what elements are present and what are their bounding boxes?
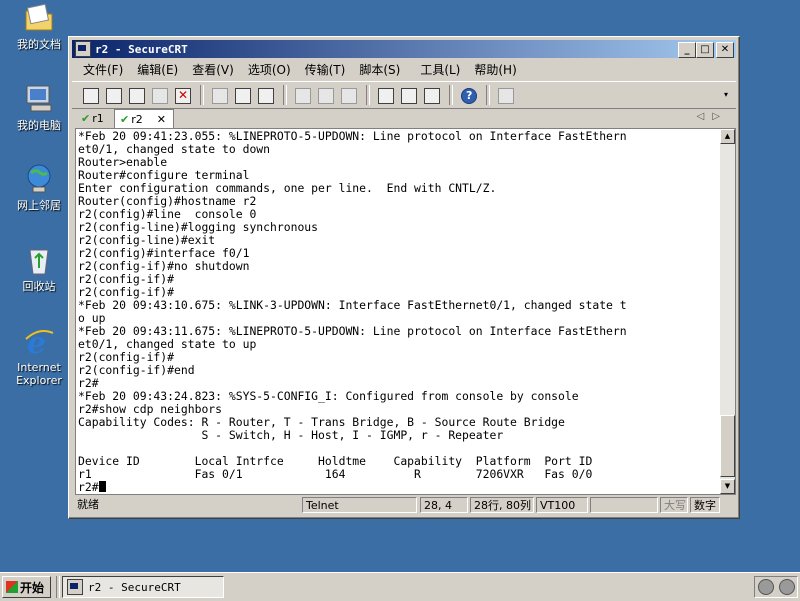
help-icon[interactable] — [458, 85, 478, 105]
menu-help[interactable]: 帮助(H) — [467, 61, 523, 78]
desktop-icon-network[interactable]: 网上邻居 — [8, 163, 70, 212]
menu-options[interactable]: 选项(O) — [241, 61, 298, 78]
desktop-icon-label: 我的电脑 — [17, 119, 61, 132]
scroll-down-arrow-icon[interactable]: ▼ — [720, 479, 735, 494]
title-bar[interactable]: r2 - SecureCRT _ □ ✕ — [72, 40, 736, 58]
internet-explorer-icon: e — [23, 325, 55, 361]
printer-icon[interactable] — [338, 85, 358, 105]
script-icon[interactable] — [495, 85, 515, 105]
tab-close-icon[interactable]: ✕ — [157, 113, 166, 126]
status-blank — [590, 497, 658, 513]
securecrt-app-icon — [75, 41, 91, 57]
menu-transfer[interactable]: 传输(T) — [298, 61, 353, 78]
status-num-lock: 数字 — [690, 497, 720, 513]
desktop-icon-label: 我的文档 — [17, 38, 61, 51]
status-ready: 就绪 — [77, 498, 99, 511]
windows-logo-icon — [6, 581, 18, 593]
desktop-icon-recycle-bin[interactable]: 回收站 — [8, 244, 70, 293]
status-protocol: Telnet — [302, 497, 417, 513]
terminal-output: *Feb 20 09:41:23.055: %LINEPROTO-5-UPDOW… — [78, 129, 627, 494]
network-icon — [23, 163, 55, 195]
tab-r1[interactable]: ✔ r1 — [76, 110, 112, 127]
connected-check-icon: ✔ — [120, 112, 130, 126]
tab-scroll-arrows-icon[interactable]: ◁▷ — [697, 111, 728, 122]
paste-icon[interactable] — [232, 85, 252, 105]
desktop-icon-label: Internet Explorer — [16, 361, 62, 387]
toolbar-separator — [449, 85, 453, 105]
menu-file[interactable]: 文件(F) — [76, 61, 130, 78]
close-button[interactable]: ✕ — [716, 42, 734, 58]
securecrt-app-icon — [67, 579, 83, 595]
start-button[interactable]: 开始 — [2, 576, 51, 598]
desktop-icon-my-documents[interactable]: 我的文档 — [8, 2, 70, 51]
toolbar-separator — [283, 85, 287, 105]
copy-icon[interactable] — [209, 85, 229, 105]
terminal-cursor — [98, 481, 106, 492]
tray-volume-icon[interactable] — [778, 579, 795, 595]
toolbar: ▾ — [72, 81, 736, 109]
toolbar-separator — [200, 85, 204, 105]
status-caps-lock: 大写 — [660, 497, 688, 513]
session-options-icon[interactable] — [375, 85, 395, 105]
maximize-button[interactable]: □ — [696, 42, 714, 58]
desktop-icon-my-computer[interactable]: 我的电脑 — [8, 83, 70, 132]
connect-icon[interactable] — [80, 85, 100, 105]
menu-bar: 文件(F) 编辑(E) 查看(V) 选项(O) 传输(T) 脚本(S) 工具(L… — [72, 59, 736, 79]
tab-label: r1 — [92, 112, 104, 125]
taskbar-divider — [56, 576, 60, 598]
terminal-area[interactable]: *Feb 20 09:41:23.055: %LINEPROTO-5-UPDOW… — [75, 128, 722, 495]
tray-status-icon[interactable] — [757, 579, 774, 595]
reconnect-icon[interactable] — [149, 85, 169, 105]
window-title: r2 - SecureCRT — [95, 42, 188, 56]
tab-label: r2 — [131, 112, 143, 126]
scrollbar-thumb[interactable] — [720, 415, 735, 477]
menu-script[interactable]: 脚本(S) — [352, 61, 407, 78]
key-icon[interactable] — [421, 85, 441, 105]
connect-in-tab-icon[interactable] — [126, 85, 146, 105]
tab-r2[interactable]: ✔ r2 ✕ — [114, 109, 174, 128]
toolbar-overflow-icon[interactable]: ▾ — [724, 90, 732, 100]
status-cursor-position: 28, 4 — [420, 497, 468, 513]
taskbar: 开始 r2 - SecureCRT — [0, 572, 800, 601]
quick-connect-icon[interactable] — [103, 85, 123, 105]
menu-edit[interactable]: 编辑(E) — [130, 61, 185, 78]
desktop-icon-internet-explorer[interactable]: e Internet Explorer — [8, 325, 70, 387]
print-selection-icon[interactable] — [315, 85, 335, 105]
minimize-button[interactable]: _ — [678, 42, 696, 58]
scroll-up-arrow-icon[interactable]: ▲ — [720, 129, 735, 144]
print-icon[interactable] — [292, 85, 312, 105]
toolbar-separator — [486, 85, 490, 105]
securecrt-window: r2 - SecureCRT _ □ ✕ 文件(F) 编辑(E) 查看(V) 选… — [68, 36, 740, 519]
computer-icon — [23, 83, 55, 115]
taskbar-item-securecrt[interactable]: r2 - SecureCRT — [62, 576, 224, 598]
status-terminal-size: 28行, 80列 — [470, 497, 534, 513]
system-tray — [754, 576, 798, 598]
terminal-scrollbar[interactable]: ▲ ▼ — [720, 128, 736, 495]
folder-icon — [23, 2, 55, 34]
status-emulation: VT100 — [536, 497, 588, 513]
global-options-icon[interactable] — [398, 85, 418, 105]
taskbar-item-label: r2 - SecureCRT — [88, 580, 181, 594]
connected-check-icon: ✔ — [81, 112, 91, 125]
find-icon[interactable] — [255, 85, 275, 105]
start-label: 开始 — [20, 580, 45, 595]
disconnect-icon[interactable] — [172, 85, 192, 105]
toolbar-separator — [366, 85, 370, 105]
session-tabs: ✔ r1 ✔ r2 ✕ ◁▷ — [72, 108, 736, 128]
menu-view[interactable]: 查看(V) — [185, 61, 241, 78]
recycle-bin-icon — [23, 244, 55, 276]
status-bar: 就绪 Telnet 28, 4 28行, 80列 VT100 大写 数字 — [72, 497, 736, 515]
menu-tools[interactable]: 工具(L) — [413, 61, 467, 78]
desktop-icon-label: 网上邻居 — [17, 199, 61, 212]
desktop-icon-label: 回收站 — [22, 280, 56, 293]
